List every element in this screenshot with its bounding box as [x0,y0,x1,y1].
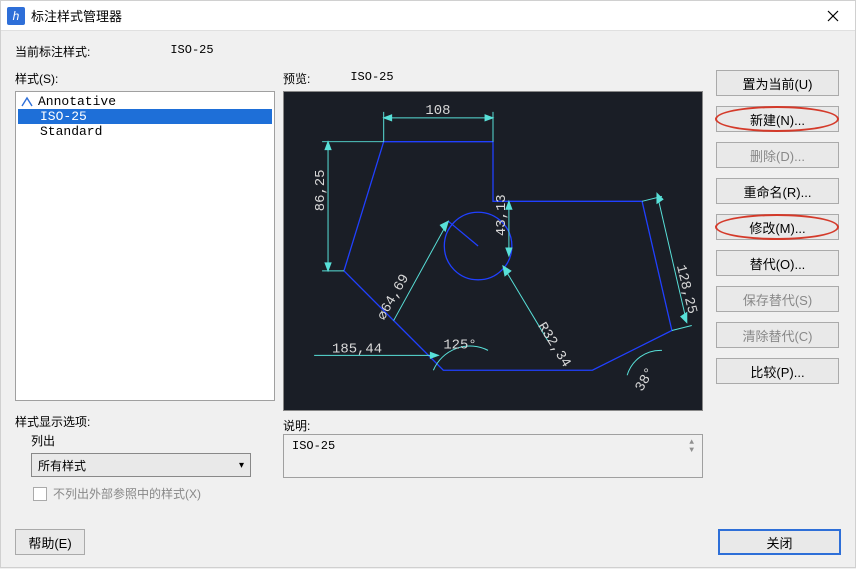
list-item-label: Annotative [38,94,116,109]
list-item[interactable]: Standard [18,124,272,139]
display-options-label: 样式显示选项: [15,413,275,430]
new-button[interactable]: 新建(N)... [716,106,839,132]
compare-button[interactable]: 比较(P)... [716,358,839,384]
current-style-label: 当前标注样式: [15,43,90,60]
spin-down-icon: ▼ [689,447,694,455]
dim-8625: 86,25 [313,170,329,212]
dim-12825: 128,25 [672,263,700,315]
desc-value: ISO-25 [292,439,335,473]
exclude-xref-checkbox[interactable]: 不列出外部参照中的样式(X) [33,485,275,502]
checkbox-icon [33,487,47,501]
dim-6469: ⌀64,69 [374,272,413,323]
chevron-down-icon: ▾ [239,460,244,471]
preview-label: 预览: [283,70,310,87]
clear-override-button: 清除替代(C) [716,322,839,348]
titlebar: h 标注样式管理器 [1,1,855,31]
dim-r3234: R32,34 [533,320,573,371]
delete-button: 删除(D)... [716,142,839,168]
dim-108: 108 [425,103,450,119]
checkbox-label: 不列出外部参照中的样式(X) [53,485,201,502]
app-icon: h [7,7,25,25]
desc-spinner: ▲ ▼ [689,439,694,473]
close-button[interactable]: 关闭 [718,529,841,555]
styles-list[interactable]: AnnotativeISO-25Standard [15,91,275,401]
override-button[interactable]: 替代(O)... [716,250,839,276]
dim-4313: 43,13 [494,194,510,236]
dim-18544: 185,44 [332,341,382,357]
preview-canvas: 108 86,25 43,13 128,25 ⌀64,69 R32,34 125… [283,91,703,411]
current-style-value: ISO-25 [170,43,213,60]
window-close-button[interactable] [811,1,855,31]
help-button[interactable]: 帮助(E) [15,529,85,555]
window-title: 标注样式管理器 [31,6,811,25]
desc-box: ISO-25 ▲ ▼ [283,434,703,478]
desc-label: 说明: [283,417,708,434]
dialog-content: 当前标注样式: ISO-25 样式(S): AnnotativeISO-25St… [1,31,855,569]
dim-38: 38° [633,365,659,395]
rename-button[interactable]: 重命名(R)... [716,178,839,204]
list-label: 列出 [31,432,275,449]
annotative-icon [20,96,34,108]
list-item-label: Standard [40,124,102,139]
save-override-button: 保存替代(S) [716,286,839,312]
dim-125: 125° [443,337,476,353]
set-current-button[interactable]: 置为当前(U) [716,70,839,96]
preview-style-name: ISO-25 [350,70,393,87]
styles-label: 样式(S): [15,70,275,87]
list-item[interactable]: ISO-25 [18,109,272,124]
combo-value: 所有样式 [38,457,86,474]
list-item[interactable]: Annotative [18,94,272,109]
close-icon [827,10,839,22]
list-filter-combo[interactable]: 所有样式 ▾ [31,453,251,477]
modify-button[interactable]: 修改(M)... [716,214,839,240]
list-item-label: ISO-25 [40,109,87,124]
